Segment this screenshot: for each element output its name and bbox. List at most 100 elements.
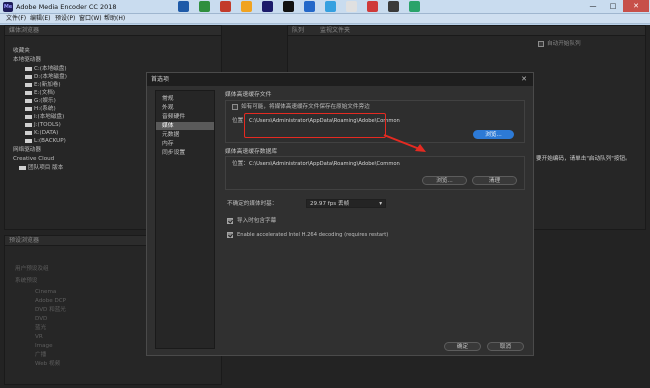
drive-item[interactable]: L:(BACKUP) <box>25 138 66 145</box>
timebase-label: 不确定的媒体时基： <box>227 201 278 207</box>
close-button[interactable]: ✕ <box>623 0 649 12</box>
intel-decode-label: Enable accelerated Intel H.264 decoding … <box>237 232 389 238</box>
preferences-nav: 常规 外观 音频硬件 媒体 元数据 内存 同步设置 <box>155 90 215 349</box>
nav-item-sync-settings[interactable]: 同步设置 <box>156 149 214 157</box>
drive-icon <box>25 98 32 103</box>
panel-title: 媒体浏览器 <box>5 26 221 36</box>
menu-window[interactable]: 窗口(W) <box>79 14 102 24</box>
red-arrow-icon <box>383 134 426 152</box>
team-projects-item[interactable]: 团队项目 版本 <box>19 165 63 172</box>
preset-item[interactable]: 广播 <box>35 352 46 359</box>
drive-icon <box>25 90 32 95</box>
system-presets-item[interactable]: 系统预设 <box>15 278 37 285</box>
preferences-dialog: 首选项 ✕ 常规 外观 音频硬件 媒体 元数据 内存 同步设置 媒体高速缓存文件… <box>146 72 534 356</box>
drive-icon <box>25 66 32 71</box>
drive-icon <box>25 82 32 87</box>
import-captions-checkbox[interactable] <box>227 218 233 224</box>
preset-item[interactable]: Adobe DCP <box>35 298 66 305</box>
nav-item-audio-hardware[interactable]: 音频硬件 <box>156 113 214 121</box>
db-location-label: 位置： <box>232 161 249 167</box>
auto-start-checkbox[interactable] <box>538 41 544 47</box>
import-captions-label: 导入时包含字幕 <box>237 218 277 224</box>
preset-item[interactable]: DVD 和蓝光 <box>35 307 66 314</box>
taskbar-app-icon[interactable] <box>346 1 357 12</box>
preset-item[interactable]: Web 视频 <box>35 361 60 368</box>
menu-edit[interactable]: 编辑(E) <box>30 14 50 24</box>
preset-item[interactable]: DVD <box>35 316 47 323</box>
preset-item[interactable]: Cinema <box>35 289 56 296</box>
tab-watch-folders[interactable]: 监视文件夹 <box>320 27 350 34</box>
taskbar-app-icon[interactable] <box>220 1 231 12</box>
nav-item-metadata[interactable]: 元数据 <box>156 131 214 139</box>
drive-item[interactable]: K:(DATA) <box>25 130 58 137</box>
drive-icon <box>25 74 32 79</box>
maximize-button[interactable]: □ <box>603 0 623 12</box>
drive-item[interactable]: D:(本地磁盘) <box>25 74 67 81</box>
dialog-titlebar: 首选项 ✕ <box>147 73 533 86</box>
folder-icon <box>19 165 26 170</box>
dialog-close-button[interactable]: ✕ <box>519 74 529 84</box>
cancel-button[interactable]: 取消 <box>487 342 524 351</box>
nav-item-general[interactable]: 常规 <box>156 95 214 103</box>
db-browse-button[interactable]: 浏览... <box>422 176 467 185</box>
clean-button[interactable]: 清理 <box>472 176 517 185</box>
taskbar-app-icon[interactable] <box>388 1 399 12</box>
queue-hint: 要开始编码，请单击"启动队列"按钮。 <box>536 156 631 162</box>
drive-item[interactable]: I:(本地磁盘) <box>25 114 64 121</box>
taskbar-app-icon[interactable] <box>304 1 315 12</box>
drive-item[interactable]: E:(文档) <box>25 90 55 97</box>
dialog-title: 首选项 <box>151 76 170 83</box>
taskbar-app-icon[interactable] <box>262 1 273 12</box>
db-path: C:\Users\Administrator\AppData\Roaming\A… <box>249 161 400 167</box>
preset-item[interactable]: Image <box>35 343 53 350</box>
drive-icon <box>25 130 32 135</box>
timebase-select[interactable]: 29.97 fps 丢帧 ▾ <box>306 199 386 208</box>
cache-beside-originals-label: 如有可能，将媒体高速缓存文件保存在原始文件旁边 <box>241 104 370 110</box>
menu-file[interactable]: 文件(F) <box>6 14 26 24</box>
preset-item[interactable]: VR <box>35 334 43 341</box>
menu-bar: 文件(F) 编辑(E) 预设(P) 窗口(W) 帮助(H) <box>0 14 650 24</box>
creative-cloud-item[interactable]: Creative Cloud <box>13 156 54 163</box>
minimize-button[interactable]: — <box>583 0 603 12</box>
panel-tabs: 队列 监视文件夹 <box>288 26 645 36</box>
taskbar-app-icon[interactable] <box>409 1 420 12</box>
taskbar-app-icon[interactable] <box>199 1 210 12</box>
taskbar-app-icon[interactable] <box>367 1 378 12</box>
drive-icon <box>25 106 32 111</box>
ok-button[interactable]: 确定 <box>444 342 481 351</box>
nav-item-memory[interactable]: 内存 <box>156 140 214 148</box>
cache-browse-button[interactable]: 浏览... <box>473 130 514 139</box>
app-icon: Me <box>3 2 13 12</box>
window-titlebar: Me Adobe Media Encoder CC 2018 — □ ✕ <box>0 0 650 14</box>
cache-section-title: 媒体高速缓存文件 <box>225 92 272 98</box>
favorites-item[interactable]: 收藏夹 <box>13 48 30 55</box>
chevron-down-icon: ▾ <box>379 201 382 207</box>
tab-queue[interactable]: 队列 <box>292 27 304 34</box>
highlight-box <box>244 113 386 138</box>
window-title: Adobe Media Encoder CC 2018 <box>16 3 117 11</box>
taskbar-app-icon[interactable] <box>283 1 294 12</box>
nav-item-media[interactable]: 媒体 <box>156 122 214 130</box>
auto-start-label: 自动开始队列 <box>547 41 581 47</box>
user-presets-item[interactable]: 用户预设及组 <box>15 266 49 273</box>
drive-item[interactable]: J:(TOOLS) <box>25 122 61 129</box>
local-drives-item[interactable]: 本地驱动器 <box>13 57 41 64</box>
network-drives-item[interactable]: 网络驱动器 <box>13 147 41 154</box>
drive-item[interactable]: E:(新加卷) <box>25 82 61 89</box>
preset-item[interactable]: 蓝光 <box>35 325 46 332</box>
drive-item[interactable]: C:(本地磁盘) <box>25 66 67 73</box>
drive-item[interactable]: G:(娱乐) <box>25 98 56 105</box>
intel-decode-checkbox[interactable] <box>227 232 233 238</box>
drive-icon <box>25 138 32 143</box>
menu-help[interactable]: 帮助(H) <box>104 14 125 24</box>
drive-icon <box>25 122 32 127</box>
taskbar-app-icon[interactable] <box>325 1 336 12</box>
db-section-title: 媒体高速缓存数据库 <box>225 149 278 155</box>
nav-item-appearance[interactable]: 外观 <box>156 104 214 112</box>
taskbar-app-icon[interactable] <box>241 1 252 12</box>
drive-icon <box>25 114 32 119</box>
menu-preset[interactable]: 预设(P) <box>55 14 75 24</box>
drive-item[interactable]: H:(系统) <box>25 106 56 113</box>
taskbar-app-icon[interactable] <box>178 1 189 12</box>
cache-beside-originals-checkbox[interactable] <box>232 104 238 110</box>
